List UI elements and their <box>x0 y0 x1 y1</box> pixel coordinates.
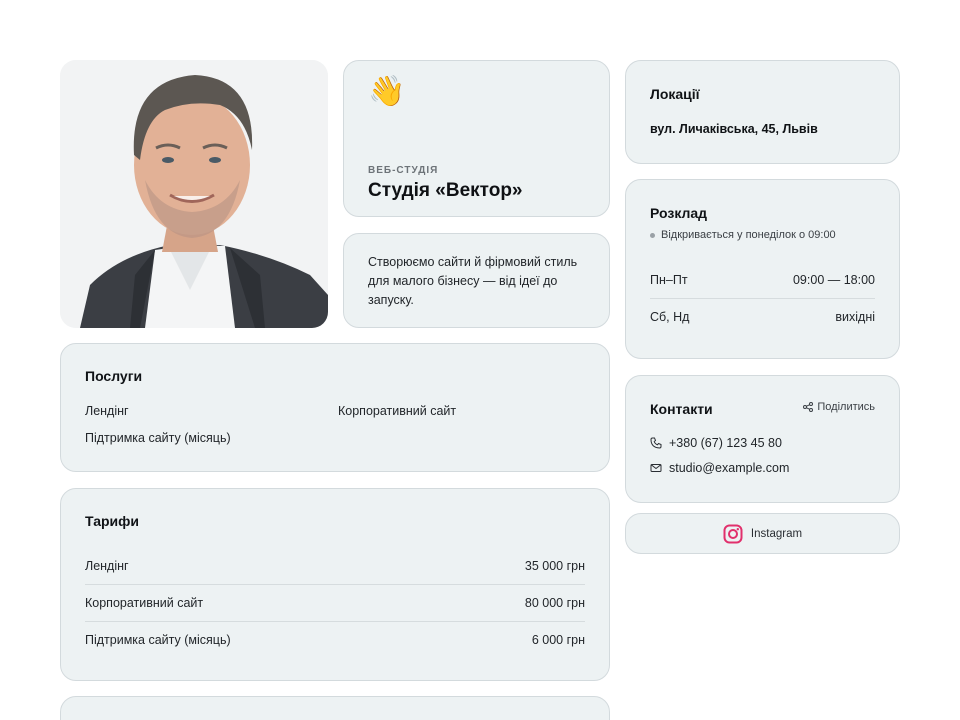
phone-icon <box>650 437 662 449</box>
locations-title: Локації <box>650 86 700 102</box>
address-text: вул. Личаківська, 45, Львів <box>650 122 818 136</box>
locations-card: Локації вул. Личаківська, 45, Львів <box>625 60 900 164</box>
status-dot-icon <box>650 232 655 238</box>
contacts-card: Контакти Поділитись +380 (67) 123 45 80 … <box>625 375 900 503</box>
share-icon <box>803 402 814 412</box>
schedule-hours: 09:00 — 18:00 <box>792 272 875 287</box>
services-title: Послуги <box>85 368 143 384</box>
instagram-label: Instagram <box>750 527 803 540</box>
price-row: Лендінг 35 000 грн <box>85 547 585 584</box>
price-row-value: 6 000 грн <box>531 633 585 647</box>
pricing-title: Тарифи <box>85 513 140 529</box>
instagram-button[interactable]: Instagram <box>625 513 900 554</box>
open-status: Відкривається у понеділок о 09:00 <box>650 229 836 241</box>
open-status-text: Відкривається у понеділок о 09:00 <box>661 229 836 241</box>
price-row-name: Лендінг <box>85 558 129 573</box>
pricing-card: Тарифи Лендінг 35 000 грн Корпоративний … <box>60 488 610 681</box>
email-link[interactable]: studio@example.com <box>650 461 789 475</box>
instagram-link[interactable]: Instagram <box>626 514 899 553</box>
phone-text: +380 (67) 123 45 80 <box>669 436 782 450</box>
schedule-row: Пн–Пт 09:00 — 18:00 <box>650 261 875 298</box>
schedule-days: Сб, Нд <box>650 310 690 324</box>
next-card <box>60 696 610 720</box>
description-text: Створюємо сайти й фірмовий стиль для мал… <box>368 255 578 307</box>
page-title: Студія «Вектор» <box>368 180 523 201</box>
share-button[interactable]: Поділитись <box>803 401 875 413</box>
price-row: Корпоративний сайт 80 000 грн <box>85 584 585 621</box>
price-row: Підтримка сайту (місяць) 6 000 грн <box>85 621 585 658</box>
hero-eyebrow: ВЕБ-СТУДІЯ <box>368 165 439 176</box>
service-item: Лендінг <box>85 404 129 418</box>
email-text: studio@example.com <box>669 461 790 475</box>
phone-link[interactable]: +380 (67) 123 45 80 <box>650 436 782 450</box>
profile-photo <box>60 60 328 328</box>
price-row-value: 80 000 грн <box>524 596 585 610</box>
schedule-hours: вихідні <box>835 310 875 324</box>
description-card: Створюємо сайти й фірмовий стиль для мал… <box>343 233 610 328</box>
instagram-icon <box>723 524 743 543</box>
price-row-name: Корпоративний сайт <box>85 596 204 610</box>
mail-icon <box>650 464 662 472</box>
schedule-title: Розклад <box>650 205 708 221</box>
price-row-value: 35 000 грн <box>524 558 585 573</box>
contacts-title: Контакти <box>650 401 713 417</box>
price-row-name: Підтримка сайту (місяць) <box>85 633 231 647</box>
hero-card: 👋 ВЕБ-СТУДІЯ Студія «Вектор» <box>343 60 610 217</box>
service-item: Підтримка сайту (місяць) <box>85 431 231 445</box>
schedule-card: Розклад Відкривається у понеділок о 09:0… <box>625 179 900 359</box>
person-portrait-icon <box>60 60 328 328</box>
services-card: Послуги Лендінг Корпоративний сайт Підтр… <box>60 343 610 472</box>
service-item: Корпоративний сайт <box>338 404 457 418</box>
share-label: Поділитись <box>817 401 875 413</box>
schedule-days: Пн–Пт <box>650 272 688 287</box>
waving-hand-icon: 👋 <box>368 74 406 109</box>
schedule-row: Сб, Нд вихідні <box>650 298 875 335</box>
